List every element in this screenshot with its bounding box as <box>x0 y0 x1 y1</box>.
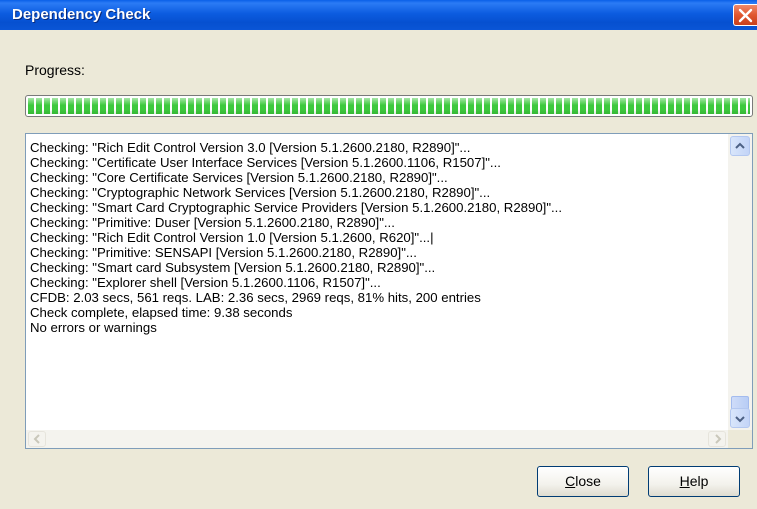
log-line: Checking: "Smart card Subsystem [Version… <box>30 260 436 275</box>
scroll-right-button[interactable] <box>708 431 726 447</box>
close-button[interactable]: Close <box>537 466 629 497</box>
log-line: Checking: "Explorer shell [Version 5.1.2… <box>30 275 381 290</box>
log-output-text: Checking: "Rich Edit Control Version 3.0… <box>30 140 722 428</box>
close-button-label: lose <box>575 473 601 489</box>
scroll-down-arrow-icon <box>735 416 745 423</box>
scroll-left-arrow-icon <box>33 434 40 444</box>
scrollbar-corner <box>728 430 752 448</box>
help-button-mnemonic: H <box>679 473 690 489</box>
window-close-button[interactable] <box>733 4 757 26</box>
title-bar[interactable]: Dependency Check <box>0 0 757 30</box>
log-line: Checking: "Rich Edit Control Version 1.0… <box>30 230 434 245</box>
log-line: Checking: "Rich Edit Control Version 3.0… <box>30 140 471 155</box>
log-line: No errors or warnings <box>30 320 157 335</box>
scroll-left-button[interactable] <box>28 431 46 447</box>
window-title: Dependency Check <box>12 6 151 23</box>
log-line: Checking: "Primitive: Duser [Version 5.1… <box>30 215 395 230</box>
log-line: Checking: "Smart Card Cryptographic Serv… <box>30 200 563 215</box>
scroll-right-arrow-icon <box>715 434 722 444</box>
horizontal-scrollbar[interactable] <box>26 430 730 448</box>
progress-label: Progress: <box>25 62 85 78</box>
log-line: Checking: "Cryptographic Network Service… <box>30 185 491 200</box>
help-button[interactable]: Help <box>648 466 740 497</box>
progress-bar <box>25 95 753 117</box>
scroll-up-button[interactable] <box>730 136 750 156</box>
progress-bar-fill <box>28 98 750 114</box>
scroll-up-arrow-icon <box>735 142 745 149</box>
scroll-down-button[interactable] <box>730 408 750 428</box>
log-output-box[interactable]: Checking: "Rich Edit Control Version 3.0… <box>25 133 753 449</box>
log-line: Checking: "Certificate User Interface Se… <box>30 155 501 170</box>
log-line: Check complete, elapsed time: 9.38 secon… <box>30 305 293 320</box>
log-line: Checking: "Primitive: SENSAPI [Version 5… <box>30 245 417 260</box>
close-button-mnemonic: C <box>565 473 576 489</box>
vertical-scrollbar[interactable] <box>728 134 752 430</box>
close-icon <box>738 8 753 23</box>
log-line: CFDB: 2.03 secs, 561 reqs. LAB: 2.36 sec… <box>30 290 481 305</box>
log-line: Checking: "Core Certificate Services [Ve… <box>30 170 448 185</box>
dependency-check-window: Dependency Check Progress: Checking: "Ri… <box>0 0 757 509</box>
help-button-label: elp <box>689 473 709 489</box>
